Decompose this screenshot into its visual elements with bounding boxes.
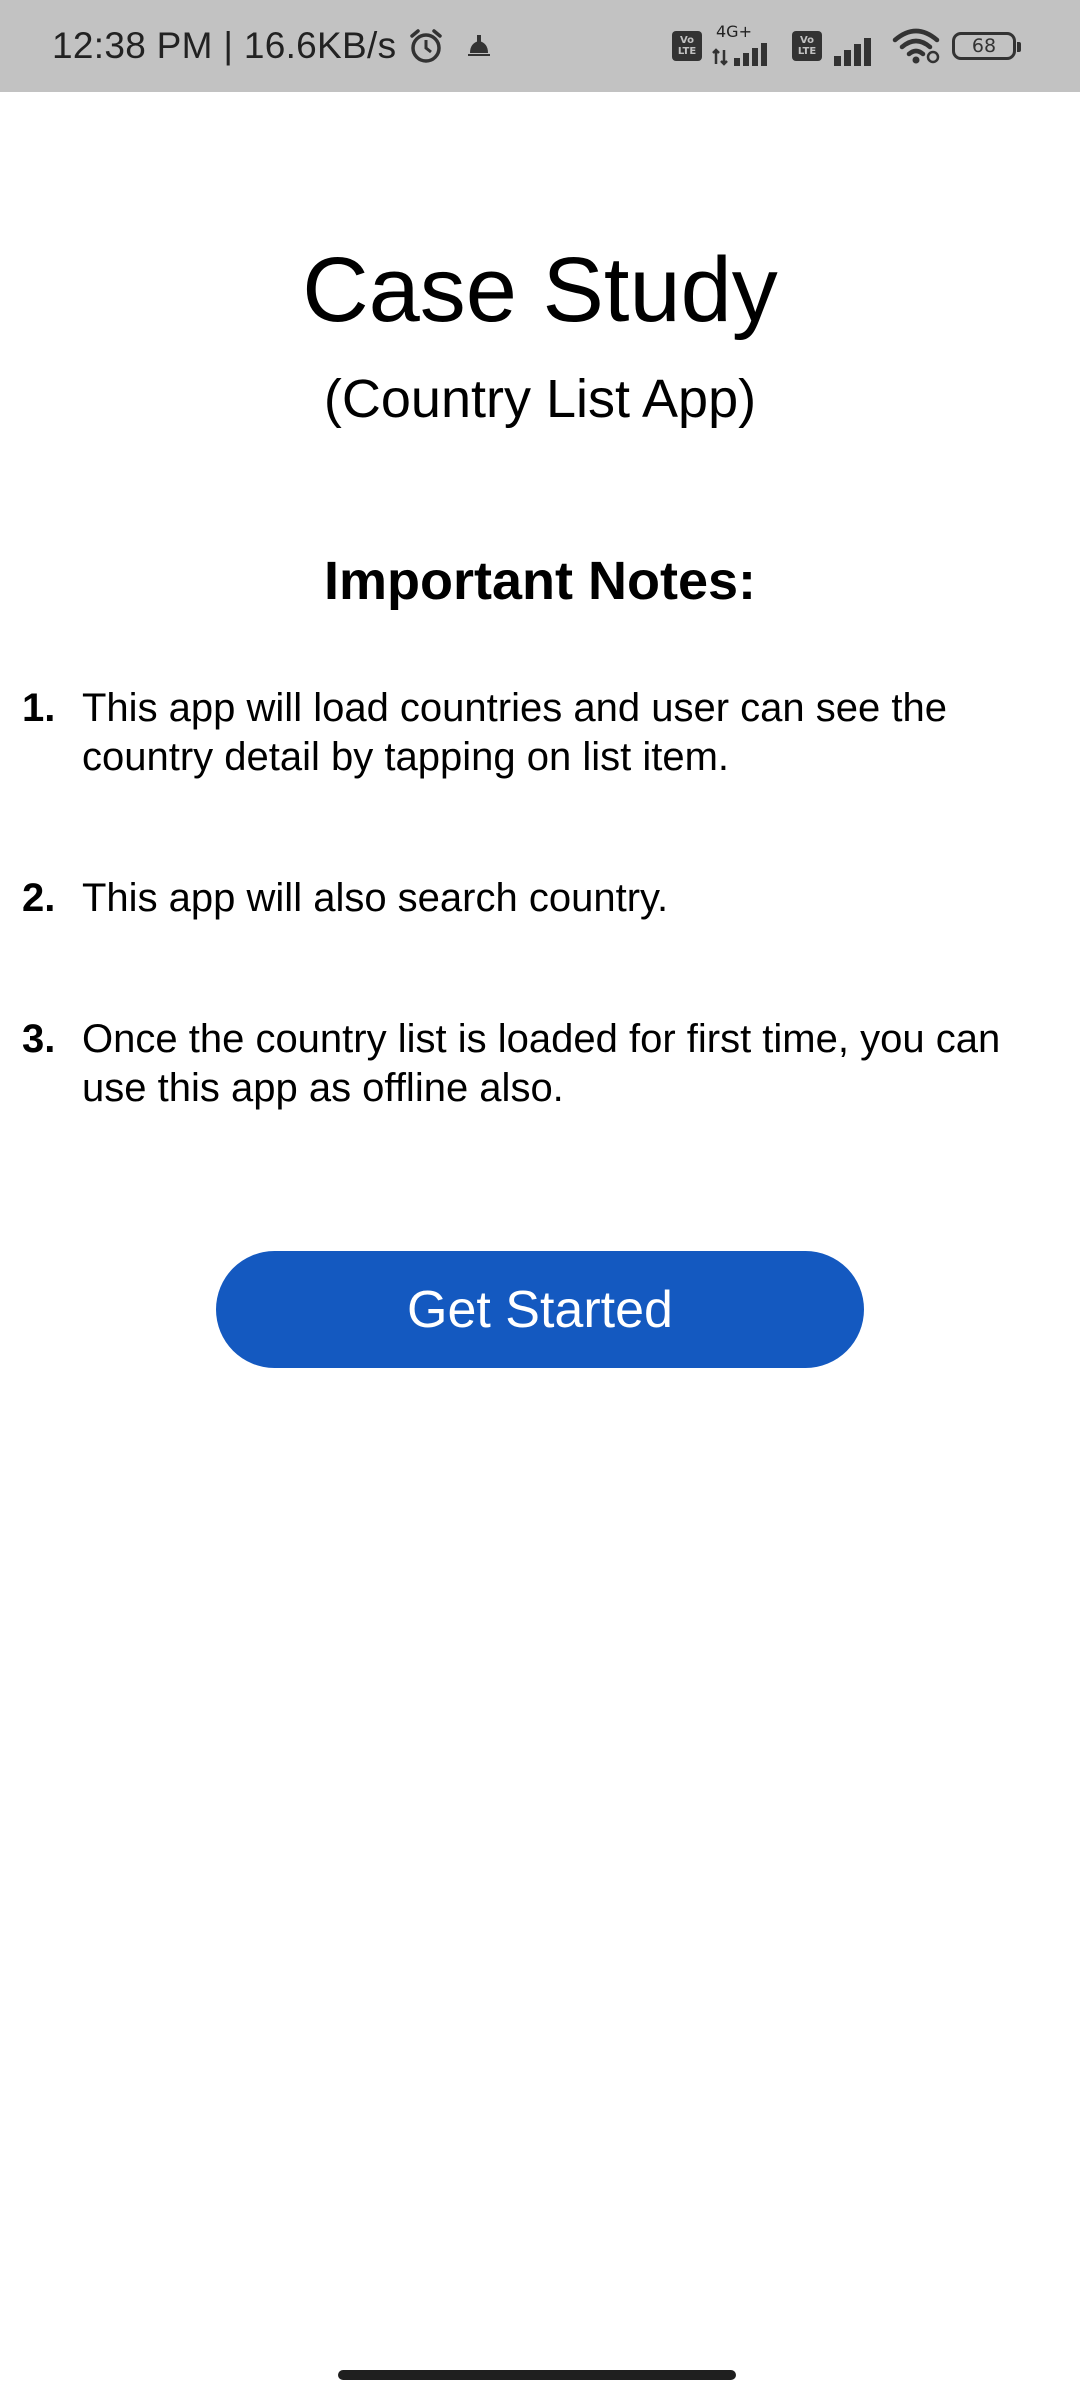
notification-icon	[464, 31, 494, 61]
note-number: 3.	[22, 1017, 56, 1061]
signal-icon-2	[832, 26, 882, 66]
wifi-icon	[892, 26, 942, 66]
volte-icon-2: Vo LTE	[792, 31, 822, 61]
list-item: 2. This app will also search country.	[22, 874, 1042, 923]
status-bar: 12:38 PM | 16.6KB/s Vo LTE 4G+ Vo LTE 68	[0, 0, 1080, 92]
signal-icon: 4G+	[712, 22, 782, 66]
note-number: 1.	[22, 686, 56, 730]
network-type: 4G+	[716, 22, 752, 41]
alarm-icon	[406, 26, 446, 66]
app-screen: 12:38 PM | 16.6KB/s Vo LTE 4G+ Vo LTE 68…	[0, 0, 1080, 2400]
note-text: This app will load countries and user ca…	[82, 686, 947, 779]
note-text: Once the country list is loaded for firs…	[82, 1017, 1001, 1110]
home-indicator[interactable]	[338, 2370, 736, 2380]
status-time-speed: 12:38 PM | 16.6KB/s	[52, 25, 397, 66]
note-number: 2.	[22, 876, 56, 920]
battery-icon: 68	[952, 32, 1021, 60]
status-left: 12:38 PM | 16.6KB/s	[52, 0, 494, 92]
note-text: This app will also search country.	[82, 876, 669, 920]
volte-label-2: Vo LTE	[797, 35, 817, 57]
page-subtitle: (Country List App)	[323, 369, 757, 429]
volte-icon: Vo LTE	[672, 31, 702, 61]
page-title: Case Study	[302, 239, 778, 341]
get-started-button[interactable]: Get Started	[216, 1251, 864, 1368]
list-item: 3. Once the country list is loaded for f…	[22, 1015, 1042, 1113]
notes-heading: Important Notes:	[324, 551, 756, 611]
status-right: Vo LTE 4G+ Vo LTE 68	[672, 0, 1021, 92]
volte-label: Vo LTE	[677, 35, 697, 57]
list-item: 1. This app will load countries and user…	[22, 684, 1042, 782]
battery-level: 68	[971, 35, 997, 57]
